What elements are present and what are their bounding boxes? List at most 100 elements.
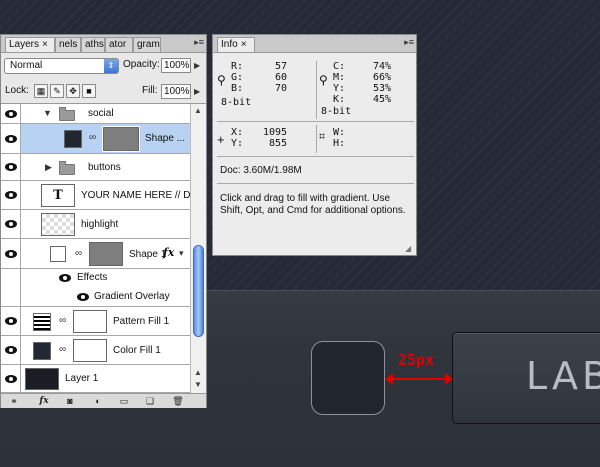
layer-row-selected[interactable]: ∞ Shape ... [1,124,190,154]
eye-icon [5,110,17,118]
chevron-updown-icon: ⇕ [104,59,118,73]
lock-icon[interactable]: ■ [82,84,96,98]
info-c-label: C: [333,61,346,72]
info-hint-line-1: Click and drag to fill with gradient. Us… [220,193,391,204]
scroll-down-icon[interactable]: ▼ [194,380,202,389]
folder-icon[interactable]: ▭ [117,395,131,407]
info-panel-tabbar: Info × ▸≡ [213,35,416,53]
tab-paths[interactable]: aths [81,37,105,52]
tab-navigator[interactable]: ator [105,37,133,52]
scroll-up-icon[interactable]: ▲ [194,368,202,377]
info-y-label: Y: [333,83,346,94]
pattern-fill-icon [33,313,51,331]
visibility-toggle[interactable] [1,210,21,238]
measure-label: 25px [398,351,435,369]
trash-icon[interactable]: 🗑 [171,395,185,407]
chevron-right-icon[interactable]: ▶ [45,162,52,173]
opacity-slider-icon[interactable]: ▶ [194,61,200,70]
brush-icon[interactable]: ✎ [50,84,64,98]
visibility-toggle[interactable] [1,124,21,153]
blend-mode-select[interactable]: Normal ⇕ [4,58,119,74]
tab-info[interactable]: Info × [217,37,255,52]
info-m-value: 66% [373,72,392,83]
tab-histogram-label: gram [137,39,160,50]
tab-layers-label: Layers [9,39,40,50]
visibility-toggle[interactable] [1,307,21,335]
layers-bottom-toolbar: ⚭ fx ◙ ◐ ▭ ❏ 🗑 [1,393,206,408]
info-k-label: K: [333,94,346,105]
info-y-coord-label: Y: [231,138,244,149]
resize-grip-icon[interactable]: ◢ [405,244,411,253]
fx-icon[interactable]: fx [163,246,174,259]
visibility-toggle[interactable] [1,239,21,268]
fill-slider-icon[interactable]: ▶ [194,87,200,96]
chevron-down-icon[interactable]: ▼ [43,108,52,118]
visibility-toggle[interactable] [1,181,21,209]
fill-input[interactable]: 100% [161,84,191,99]
layer-row[interactable]: ▶ buttons [1,154,190,181]
effects-row[interactable]: Effects [1,269,190,288]
chain-link-icon: ∞ [59,344,67,355]
tab-channels[interactable]: nels [55,37,81,52]
eye-icon [5,346,17,354]
layer-thumbnail [64,130,82,148]
color-fill-icon [33,342,51,360]
info-bitdepth-left: 8-bit [221,97,252,108]
chevron-down-icon[interactable]: ▾ [179,248,184,259]
folder-icon [59,161,75,175]
lock-label: Lock: [5,85,29,96]
eye-icon[interactable] [77,293,89,301]
info-hint-line-2: Shift, Opt, and Cmd for additional optio… [220,205,406,216]
scroll-up-icon[interactable]: ▲ [194,106,202,115]
info-doc-size: Doc: 3.60M/1.98M [220,165,302,176]
info-h-label: H: [333,138,346,149]
layer-name: Shape 1 [129,249,167,260]
mask-icon[interactable]: ◙ [63,395,77,407]
effect-name: Gradient Overlay [94,291,170,302]
layer-row[interactable]: ∞ Shape 1 fx ▾ [1,239,190,269]
visibility-toggle[interactable] [1,365,21,392]
tab-histogram[interactable]: gram [133,37,161,52]
visibility-toggle[interactable] [1,154,21,180]
layer-name: Shape ... [145,133,186,144]
close-icon[interactable]: × [241,39,247,50]
opacity-input[interactable]: 100% [161,58,191,73]
layer-thumbnail [41,213,75,236]
panel-menu-icon[interactable]: ▸≡ [194,37,204,48]
eye-icon[interactable] [59,274,71,282]
info-x-value: 1095 [263,127,288,138]
fx-icon[interactable]: fx [37,395,51,407]
layer-row[interactable]: highlight [1,210,190,239]
effect-row[interactable]: Gradient Overlay [1,288,190,307]
new-layer-icon[interactable]: ❏ [143,395,157,407]
info-b-label: B: [231,83,244,94]
info-r-value: 57 [275,61,288,72]
layers-scrollbar[interactable]: ▲ ▲ ▼ [190,104,206,393]
eye-icon [5,220,17,228]
lock-transparency-icon[interactable]: ▦ [34,84,48,98]
info-x-label: X: [231,127,244,138]
info-divider [217,121,414,122]
info-y-value: 53% [373,83,392,94]
layer-row[interactable]: ▼ social [1,104,190,124]
link-icon[interactable]: ⚭ [7,395,21,407]
scroll-thumb[interactable] [193,245,204,337]
eye-icon [5,375,17,383]
visibility-toggle[interactable] [1,104,21,123]
layer-row[interactable]: Layer 1 [1,365,190,393]
layer-row[interactable]: ∞ Pattern Fill 1 [1,307,190,336]
layer-row[interactable]: ∞ Color Fill 1 [1,336,190,365]
visibility-toggle[interactable] [1,336,21,364]
layer-thumbnail [25,368,59,390]
visibility-toggle[interactable] [1,288,21,306]
close-icon[interactable]: × [42,39,48,50]
layer-name: Pattern Fill 1 [113,316,170,327]
adjustment-icon[interactable]: ◐ [91,395,105,407]
tab-layers[interactable]: Layers × [5,37,55,52]
move-icon[interactable]: ✥ [66,84,80,98]
layer-row[interactable]: T YOUR NAME HERE // D... [1,181,190,210]
visibility-toggle[interactable] [1,269,21,288]
lock-row: Lock: ▦ ✎ ✥ ■ Fill: 100% ▶ [1,79,206,104]
panel-menu-icon[interactable]: ▸≡ [404,37,414,48]
layer-mask-thumbnail [73,310,107,333]
